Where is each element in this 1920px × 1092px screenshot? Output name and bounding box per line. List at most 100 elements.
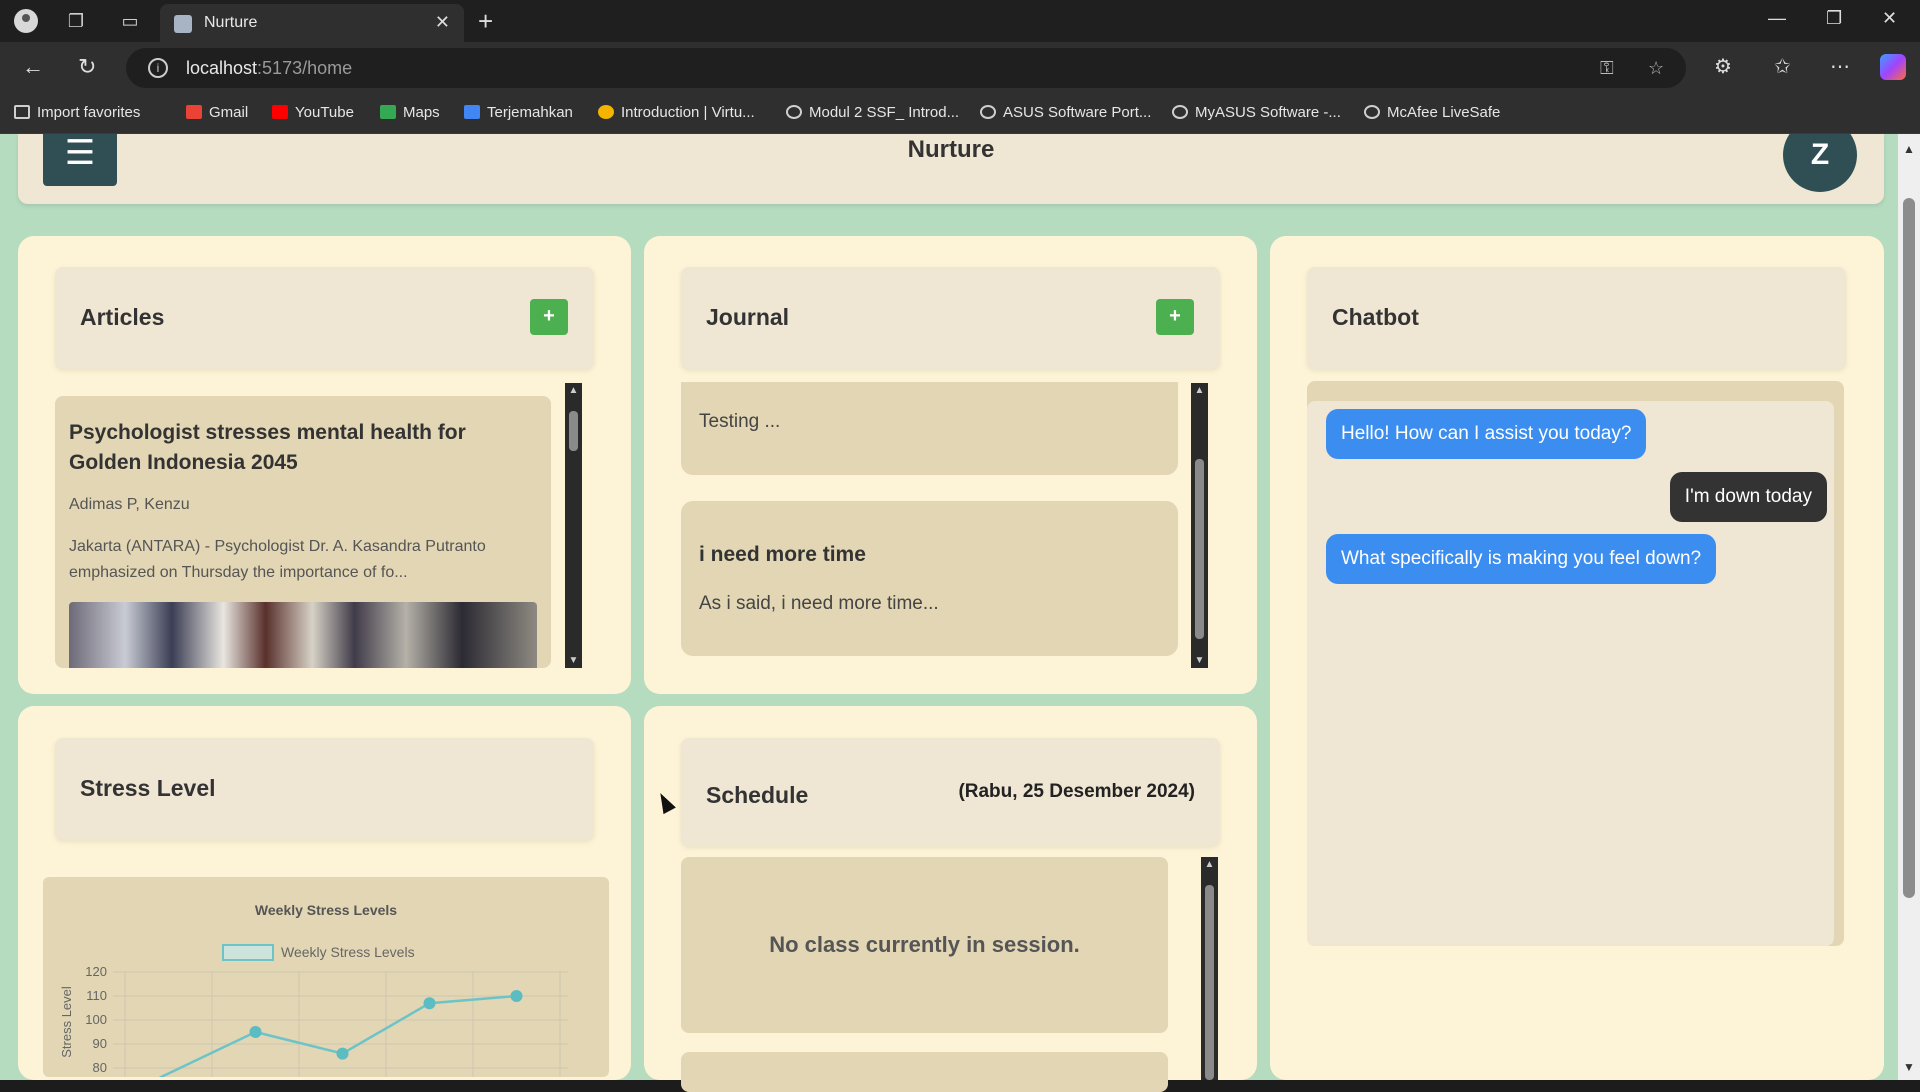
- articles-header: Articles +: [55, 267, 594, 369]
- workspaces-icon[interactable]: ❐: [64, 9, 88, 33]
- articles-title: Articles: [80, 304, 165, 330]
- bookmark-label: Modul 2 SSF_ Introd...: [809, 104, 960, 121]
- chatbot-title: Chatbot: [1332, 304, 1419, 330]
- articles-scrollbar[interactable]: ▲ ▼: [565, 383, 582, 668]
- journal-scrollbar[interactable]: ▲ ▼: [1191, 383, 1208, 668]
- scroll-up-icon[interactable]: ▲: [1191, 385, 1208, 396]
- url-host: localhost: [186, 58, 258, 78]
- article-image: [69, 602, 537, 668]
- legend-label[interactable]: Weekly Stress Levels: [281, 944, 415, 960]
- y-axis-label: Stress Level: [59, 986, 74, 1058]
- new-tab-icon[interactable]: +: [478, 6, 493, 37]
- journal-entry-body: Testing ...: [699, 411, 781, 432]
- scroll-up-icon[interactable]: ▲: [1903, 142, 1915, 156]
- stress-chart: Weekly Stress Levels Weekly Stress Level…: [43, 877, 609, 1077]
- add-article-button[interactable]: +: [530, 299, 568, 335]
- refresh-icon[interactable]: ↻: [78, 54, 96, 80]
- journal-header: Journal +: [681, 267, 1220, 369]
- scroll-thumb[interactable]: [1205, 885, 1214, 1080]
- more-menu-icon[interactable]: ⋯: [1830, 54, 1850, 79]
- scroll-thumb[interactable]: [1195, 459, 1204, 639]
- back-icon[interactable]: ←: [22, 54, 44, 80]
- data-point[interactable]: [423, 997, 436, 1010]
- user-message: I'm down today: [1669, 472, 1827, 522]
- data-point[interactable]: [510, 990, 523, 1002]
- globe-icon: [980, 105, 996, 119]
- address-bar[interactable]: i localhost:5173/home ⚿ ☆: [126, 48, 1686, 88]
- data-point[interactable]: [249, 1026, 262, 1038]
- youtube-icon: [272, 105, 288, 119]
- bookmark-item[interactable]: McAfee LiveSafe: [1364, 104, 1500, 121]
- y-tick-label: 90: [93, 1036, 107, 1051]
- stress-header: Stress Level: [55, 738, 594, 840]
- bookmark-item[interactable]: MyASUS Software -...: [1172, 104, 1341, 121]
- key-icon[interactable]: ⚿: [1600, 58, 1614, 79]
- schedule-title: Schedule: [706, 782, 809, 808]
- bookmark-label: Terjemahkan: [487, 104, 573, 121]
- journal-entry[interactable]: Testing ...: [681, 382, 1178, 475]
- tab-actions-icon[interactable]: ▭: [118, 9, 142, 33]
- bookmark-item[interactable]: Import favorites: [14, 104, 140, 121]
- profile-icon[interactable]: [14, 9, 38, 33]
- scroll-up-icon[interactable]: ▲: [565, 385, 582, 396]
- bookmark-item[interactable]: Gmail: [186, 104, 248, 121]
- scroll-thumb[interactable]: [569, 411, 578, 451]
- scroll-up-icon[interactable]: ▲: [1201, 859, 1218, 870]
- bookmark-label: Maps: [403, 104, 440, 121]
- article-title[interactable]: Psychologist stresses mental health for …: [69, 418, 539, 478]
- journal-entry-title: i need more time: [699, 543, 866, 566]
- article-excerpt: Jakarta (ANTARA) - Psychologist Dr. A. K…: [69, 538, 486, 581]
- schedule-date: (Rabu, 25 Desember 2024): [958, 781, 1195, 802]
- tab-title: Nurture: [204, 14, 258, 31]
- bot-message: Hello! How can I assist you today?: [1326, 409, 1647, 459]
- stress-line-chart: Weekly Stress Levels Weekly Stress Level…: [59, 902, 568, 1077]
- chart-y-ticks: 120 110 100 90 80: [85, 964, 107, 1075]
- bookmark-item[interactable]: Introduction | Virtu...: [598, 104, 755, 121]
- favorites-icon[interactable]: ✩: [1774, 54, 1791, 79]
- avatar[interactable]: Z: [1783, 134, 1857, 192]
- close-tab-icon[interactable]: ✕: [435, 12, 450, 33]
- bookmark-item[interactable]: Modul 2 SSF_ Introd...: [786, 104, 959, 121]
- page-scrollbar[interactable]: ▲ ▼: [1898, 134, 1920, 1080]
- translate-icon: [464, 105, 480, 119]
- minimize-icon[interactable]: —: [1768, 8, 1786, 29]
- tab-nurture[interactable]: Nurture ✕: [160, 4, 464, 42]
- chart-grid: [113, 971, 568, 1077]
- globe-icon: [1364, 105, 1380, 119]
- gmail-icon: [186, 105, 202, 119]
- bookmark-item[interactable]: Maps: [380, 104, 440, 121]
- tab-favicon-icon: [174, 15, 192, 33]
- scroll-down-icon[interactable]: ▼: [1903, 1060, 1915, 1074]
- bookmark-item[interactable]: Terjemahkan: [464, 104, 573, 121]
- virtu-icon: [598, 105, 614, 119]
- article-card[interactable]: Psychologist stresses mental health for …: [55, 396, 551, 668]
- import-icon: [14, 105, 30, 119]
- bookmark-label: McAfee LiveSafe: [1387, 104, 1501, 121]
- close-window-icon[interactable]: ✕: [1882, 8, 1897, 29]
- data-point[interactable]: [336, 1047, 349, 1060]
- restore-icon[interactable]: ❐: [1826, 8, 1842, 29]
- url-text[interactable]: localhost:5173/home: [186, 58, 352, 79]
- journal-entry[interactable]: i need more time As i said, i need more …: [681, 501, 1178, 656]
- scroll-thumb[interactable]: [1903, 198, 1915, 898]
- chatbot-header: Chatbot: [1307, 267, 1846, 369]
- legend-swatch[interactable]: [222, 944, 274, 961]
- bookmark-item[interactable]: ASUS Software Port...: [980, 104, 1151, 121]
- navigation-bar: ← ↻ i localhost:5173/home ⚿ ☆ ⚙ ✩ ⋯: [0, 42, 1920, 94]
- y-tick-label: 110: [86, 988, 107, 1003]
- schedule-scrollbar[interactable]: ▲: [1201, 857, 1218, 1080]
- article-author: Adimas P, Kenzu: [69, 496, 190, 513]
- series-line: [159, 994, 517, 1077]
- title-bar: ❐ ▭ Nurture ✕ + — ❐ ✕: [0, 0, 1920, 42]
- y-tick-label: 80: [93, 1060, 107, 1075]
- add-journal-button[interactable]: +: [1156, 299, 1194, 335]
- stress-title: Stress Level: [80, 775, 216, 801]
- scroll-down-icon[interactable]: ▼: [565, 655, 582, 666]
- extensions-icon[interactable]: ⚙: [1714, 54, 1732, 79]
- scroll-down-icon[interactable]: ▼: [1191, 655, 1208, 666]
- copilot-icon[interactable]: [1880, 54, 1906, 80]
- bookmark-item[interactable]: YouTube: [272, 104, 354, 121]
- favorite-star-icon[interactable]: ☆: [1648, 58, 1664, 79]
- site-info-icon[interactable]: i: [148, 58, 168, 78]
- url-path: :5173/home: [257, 58, 353, 78]
